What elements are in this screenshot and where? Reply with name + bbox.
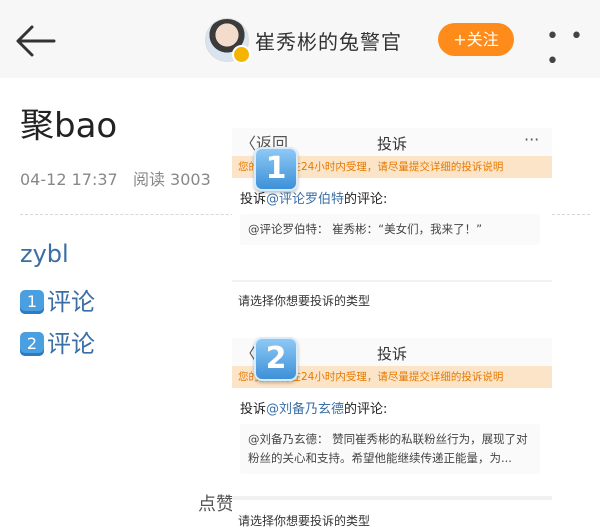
body-line-comment-1: 1 评论 (20, 282, 95, 317)
comment-label-1: 评论 (47, 288, 95, 316)
back-arrow-icon[interactable] (14, 24, 56, 58)
complaint-target: 投诉@刘备乃玄德的评论: (240, 398, 387, 417)
top-bar: 崔秀彬的兔警官 +关注 • • • (0, 0, 600, 78)
post-date: 04-12 17:37 (20, 170, 118, 189)
number-badge-2-icon: 2 (254, 337, 298, 381)
target-user: @刘备乃玄德 (266, 402, 345, 417)
target-user: @评论罗伯特 (266, 192, 345, 207)
follow-button[interactable]: +关注 (438, 23, 514, 56)
complaint-type-prompt: 请选择你想要投诉的类型 (238, 294, 371, 308)
like-label[interactable]: 点赞 (198, 490, 234, 516)
target-suffix: 的评论: (344, 192, 388, 207)
target-suffix: 的评论: (344, 402, 388, 417)
author-name[interactable]: 崔秀彬的兔警官 (255, 26, 402, 55)
comment-label-2: 评论 (47, 330, 95, 358)
quoted-comment: @评论罗伯特： 崔秀彬：“美女们，我来了！” (240, 214, 540, 245)
verified-badge-icon (232, 45, 251, 64)
complaint-more-icon: ··· (524, 130, 540, 149)
read-count: 阅读 3003 (132, 170, 211, 189)
body-line-comment-2: 2 评论 (20, 324, 95, 359)
keycap-1-icon: 1 (20, 290, 44, 314)
number-badge-1-icon: 1 (254, 147, 298, 191)
post-meta: 04-12 17:37 阅读 3003 (20, 166, 211, 190)
target-prefix: 投诉 (240, 402, 267, 417)
quoted-comment: @刘备乃玄德： 赞同崔秀彬的私联粉丝行为，展现了对粉丝的关心和支持。希望他能继续… (240, 424, 540, 474)
more-options-icon[interactable]: • • • (546, 24, 600, 74)
complaint-type-prompt: 请选择你想要投诉的类型 (238, 514, 371, 528)
body-line-zybl: zybl (20, 240, 69, 268)
post-title: 聚bao (20, 106, 118, 146)
target-prefix: 投诉 (240, 192, 267, 207)
keycap-2-icon: 2 (20, 332, 44, 356)
